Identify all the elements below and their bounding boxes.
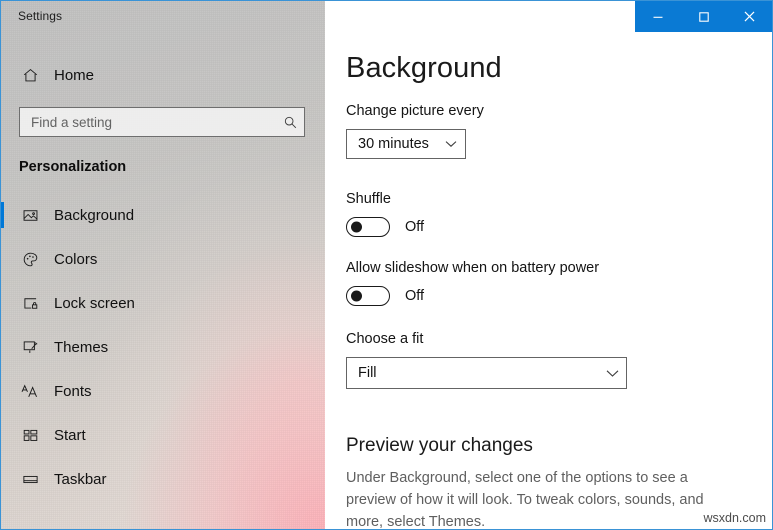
choose-fit-dropdown[interactable]: Fill (346, 357, 627, 389)
watermark: wsxdn.com (703, 511, 766, 525)
change-picture-interval-value: 30 minutes (358, 136, 429, 152)
change-picture-label: Change picture every (346, 103, 484, 119)
shuffle-state-label: Off (405, 219, 425, 235)
toggle-knob (351, 290, 362, 302)
battery-slideshow-state-label: Off (405, 288, 425, 304)
sidebar-item-lock-screen[interactable]: Lock screen (1, 285, 325, 321)
brush-icon (17, 339, 43, 356)
minimize-icon (653, 16, 663, 18)
search-box[interactable] (19, 107, 305, 137)
chevron-down-icon (598, 369, 626, 378)
battery-slideshow-toggle-row: Off (346, 286, 424, 306)
sidebar-item-colors-label: Colors (54, 250, 98, 268)
maximize-button[interactable] (681, 1, 727, 32)
maximize-icon (698, 11, 709, 22)
battery-slideshow-label: Allow slideshow when on battery power (346, 260, 600, 276)
sidebar-item-background[interactable]: Background (1, 197, 325, 233)
selection-indicator (1, 202, 4, 228)
close-button[interactable] (726, 1, 772, 32)
battery-slideshow-toggle[interactable] (346, 286, 390, 306)
lock-screen-icon (17, 295, 43, 312)
home-icon (17, 67, 43, 84)
sidebar-item-taskbar-label: Taskbar (54, 470, 107, 488)
shuffle-label: Shuffle (346, 191, 391, 207)
picture-icon (17, 207, 43, 224)
sidebar-item-background-label: Background (54, 206, 135, 224)
main-content: Background Change picture every 30 minut… (325, 1, 772, 529)
sidebar-item-themes-label: Themes (54, 338, 109, 356)
fonts-icon (17, 383, 43, 400)
sidebar-item-fonts-label: Fonts (54, 382, 92, 400)
sidebar-item-start-label: Start (54, 426, 86, 444)
sidebar-item-themes[interactable]: Themes (1, 329, 325, 365)
toggle-knob (351, 221, 362, 233)
minimize-button[interactable] (635, 1, 681, 32)
sidebar-item-start[interactable]: Start (1, 417, 325, 453)
shuffle-toggle-row: Off (346, 217, 424, 237)
choose-fit-label: Choose a fit (346, 331, 424, 347)
window-controls (635, 1, 772, 32)
chevron-down-icon (437, 140, 465, 148)
preview-description: Under Background, select one of the opti… (346, 470, 704, 529)
sidebar-item-lock-screen-label: Lock screen (54, 294, 135, 312)
page-title: Background (346, 52, 502, 84)
palette-icon (17, 251, 43, 268)
search-icon[interactable] (276, 115, 304, 130)
sidebar-nav-list: Background Colors Lock screen Themes Fon… (1, 197, 325, 505)
window-title: Settings (18, 9, 63, 23)
search-input[interactable] (20, 108, 276, 136)
preview-heading: Preview your changes (346, 435, 533, 456)
sidebar-section-title: Personalization (19, 159, 127, 175)
settings-window: Settings Home Find a setting Personaliza… (0, 0, 773, 530)
sidebar-item-colors[interactable]: Colors (1, 241, 325, 277)
sidebar-item-taskbar[interactable]: Taskbar (1, 461, 325, 497)
taskbar-icon (17, 471, 43, 488)
sidebar-item-home[interactable]: Home (1, 59, 325, 91)
sidebar-item-fonts[interactable]: Fonts (1, 373, 325, 409)
close-icon (744, 11, 755, 22)
change-picture-interval-dropdown[interactable]: 30 minutes (346, 129, 466, 159)
choose-fit-value: Fill (358, 365, 377, 381)
sidebar-item-home-label: Home (54, 66, 95, 84)
shuffle-toggle[interactable] (346, 217, 390, 237)
start-tiles-icon (17, 427, 43, 444)
sidebar: Settings Home Find a setting Personaliza… (1, 1, 325, 529)
